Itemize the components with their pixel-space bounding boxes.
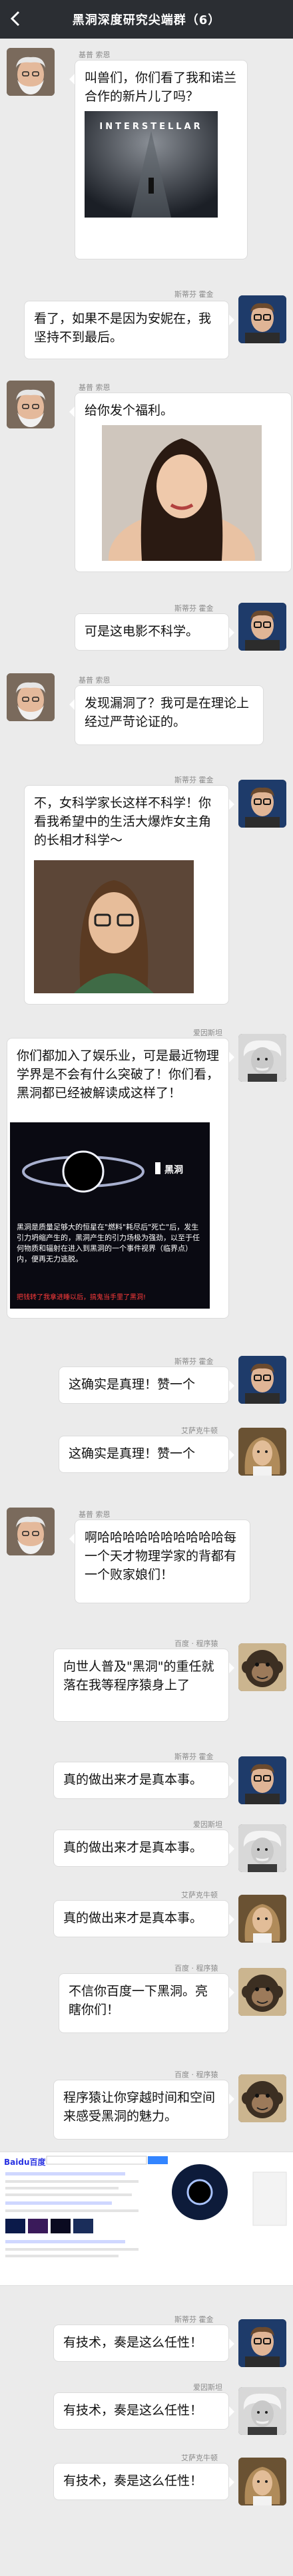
- message-bubble[interactable]: 可是这电影不科学。: [75, 613, 234, 651]
- message-text: 你们都加入了娱乐业，可是最近物理学界是不会有什么突破了！你们看，黑洞都已经被解读…: [17, 1048, 220, 1100]
- black-hole-image-text: 黑洞是质量足够大的恒星在"燃料"耗尽后"死亡"后，发生引力坍缩产生的，黑洞产生的…: [17, 1223, 200, 1263]
- black-hole-image-footer: 把钱转了我拿进睡以后，搞鬼当手里了黑洞!: [17, 1294, 146, 1301]
- sender-name: 斯蒂芬 霍金: [174, 290, 214, 299]
- sender-name: 斯蒂芬 霍金: [174, 1752, 214, 1761]
- message-bubble[interactable]: 不，女科学家长这样不科学！你看我希望中的生活大爆炸女主角的长相才科学～: [24, 785, 234, 1005]
- back-arrow-icon[interactable]: [7, 9, 25, 28]
- sender-name: 斯蒂芬 霍金: [174, 604, 214, 613]
- message-text: 程序猿让你穿越时间和空间来感受黑洞的魅力。: [63, 2090, 216, 2124]
- chat-header: 黑洞深度研究尖端群（6）: [0, 0, 293, 39]
- amy-farrah-fowler-photo[interactable]: [34, 860, 194, 993]
- sender-name: 斯蒂芬 霍金: [174, 1357, 214, 1366]
- message-bubble[interactable]: 不信你百度一下黑洞。亮瞎你们！: [59, 1973, 234, 2033]
- message-text: 真的做出来才是真本事。: [63, 1772, 203, 1787]
- avatar-einstein[interactable]: [238, 2387, 286, 2435]
- message-bubble[interactable]: 真的做出来才是真本事。: [53, 1900, 234, 1937]
- message-bubble[interactable]: 你们都加入了娱乐业，可是最近物理学界是不会有什么突破了！你们看，黑洞都已经被解读…: [7, 1038, 234, 1319]
- message-text: 这确实是真理！赞一个: [69, 1446, 196, 1461]
- message-text: 叫兽们，你们看了我和诺兰合作的新片儿了吗？: [85, 71, 237, 104]
- message-text: 可是这电影不科学。: [85, 624, 199, 639]
- message-text: 给你发个福利。: [85, 403, 174, 418]
- avatar-kip[interactable]: [7, 381, 55, 428]
- avatar-baidu[interactable]: [238, 1643, 286, 1691]
- message-text: 有技术，奏是这么任性！: [63, 2335, 203, 2350]
- message-bubble[interactable]: 向世人普及"黑洞"的重任就落在我等程序猿身上了: [53, 1649, 234, 1722]
- avatar-kip[interactable]: [7, 1508, 55, 1555]
- message-bubble[interactable]: 有技术，奏是这么任性！: [53, 2325, 234, 2362]
- sender-name: 基普 索恩: [79, 676, 111, 685]
- sender-name: 基普 索恩: [79, 1510, 111, 1519]
- sender-name: 百度 · 程序猿: [174, 2070, 218, 2079]
- sender-name: 百度 · 程序猿: [174, 1964, 218, 1973]
- message-bubble[interactable]: 看了，如果不是因为安妮在，我坚持不到最后。: [24, 301, 234, 359]
- avatar-newton[interactable]: [238, 2458, 286, 2505]
- message-bubble[interactable]: 这确实是真理！赞一个: [59, 1436, 234, 1473]
- baidu-search-screenshot[interactable]: Baidu百度: [0, 2152, 293, 2286]
- message-bubble[interactable]: 发现漏洞了？我可是在理论上经过严苛论证的。: [69, 685, 264, 745]
- sender-name: 爱因斯坦: [193, 2383, 222, 2392]
- avatar-baidu[interactable]: [238, 2074, 286, 2122]
- chat-title: 黑洞深度研究尖端群（6）: [72, 13, 221, 27]
- black-hole-image-label: 黑洞: [164, 1165, 183, 1176]
- avatar-hawking[interactable]: [238, 1756, 286, 1804]
- avatar-einstein[interactable]: [238, 1034, 286, 1082]
- interstellar-poster-image[interactable]: INTERSTELLAR: [85, 111, 218, 218]
- avatar-hawking[interactable]: [238, 2319, 286, 2367]
- message-bubble[interactable]: 有技术，奏是这么任性！: [53, 2392, 234, 2430]
- message-bubble[interactable]: 给你发个福利。: [69, 393, 292, 572]
- sender-name: 爱因斯坦: [193, 1820, 222, 1829]
- anne-hathaway-photo[interactable]: [102, 425, 262, 561]
- sender-name: 艾萨克牛顿: [181, 2454, 218, 2462]
- message-text: 不，女科学家长这样不科学！你看我希望中的生活大爆炸女主角的长相才科学～: [34, 796, 212, 848]
- poster-title: INTERSTELLAR: [99, 122, 203, 132]
- sender-name: 基普 索恩: [79, 51, 111, 59]
- message-text: 不信你百度一下黑洞。亮瞎你们！: [69, 1984, 208, 2017]
- message-text: 有技术，奏是这么任性！: [63, 2403, 203, 2418]
- avatar-baidu[interactable]: [238, 1968, 286, 2016]
- message-text: 这确实是真理！赞一个: [69, 1377, 196, 1392]
- sender-name: 艾萨克牛顿: [181, 1891, 218, 1899]
- message-text: 有技术，奏是这么任性！: [63, 2474, 203, 2488]
- avatar-kip[interactable]: [7, 48, 55, 96]
- sender-name: 斯蒂芬 霍金: [174, 776, 214, 784]
- sender-name: 基普 索恩: [79, 383, 111, 392]
- avatar-hawking[interactable]: [238, 295, 286, 343]
- message-text: 啊哈哈哈哈哈哈哈哈哈哈每一个天才物理学家的背都有一个败家娘们！: [85, 1530, 237, 1582]
- sender-name: 百度 · 程序猿: [174, 1639, 218, 1648]
- message-bubble[interactable]: 真的做出来才是真本事。: [53, 1762, 234, 1799]
- message-text: 向世人普及"黑洞"的重任就落在我等程序猿身上了: [63, 1659, 214, 1692]
- avatar-hawking[interactable]: [238, 780, 286, 828]
- message-text: 看了，如果不是因为安妮在，我坚持不到最后。: [34, 311, 212, 345]
- message-text: 真的做出来才是真本事。: [63, 1840, 203, 1855]
- sender-name: 艾萨克牛顿: [181, 1426, 218, 1435]
- avatar-newton[interactable]: [238, 1428, 286, 1476]
- message-bubble[interactable]: 真的做出来才是真本事。: [53, 1830, 234, 1867]
- sender-name: 爱因斯坦: [193, 1029, 222, 1037]
- message-bubble[interactable]: 有技术，奏是这么任性！: [53, 2463, 234, 2500]
- avatar-hawking[interactable]: [238, 1356, 286, 1404]
- message-text: 真的做出来才是真本事。: [63, 1911, 203, 1925]
- sender-name: 斯蒂芬 霍金: [174, 2315, 214, 2324]
- avatar-newton[interactable]: [238, 1895, 286, 1943]
- message-bubble[interactable]: 叫兽们，你们看了我和诺兰合作的新片儿了吗？ INTERSTELLAR: [69, 60, 248, 259]
- message-bubble[interactable]: 啊哈哈哈哈哈哈哈哈哈哈每一个天才物理学家的背都有一个败家娘们！: [69, 1520, 250, 1603]
- avatar-kip[interactable]: [7, 673, 55, 721]
- avatar-hawking[interactable]: [238, 603, 286, 651]
- message-bubble[interactable]: 这确实是真理！赞一个: [59, 1367, 234, 1404]
- black-hole-image[interactable]: 黑洞 黑洞是质量足够大的恒星在"燃料"耗尽后"死亡"后，发生引力坍缩产生的，黑洞…: [10, 1122, 210, 1309]
- message-text: 发现漏洞了？我可是在理论上经过严苛论证的。: [85, 696, 250, 729]
- message-bubble[interactable]: 程序猿让你穿越时间和空间来感受黑洞的魅力。: [53, 2080, 234, 2140]
- avatar-einstein[interactable]: [238, 1824, 286, 1872]
